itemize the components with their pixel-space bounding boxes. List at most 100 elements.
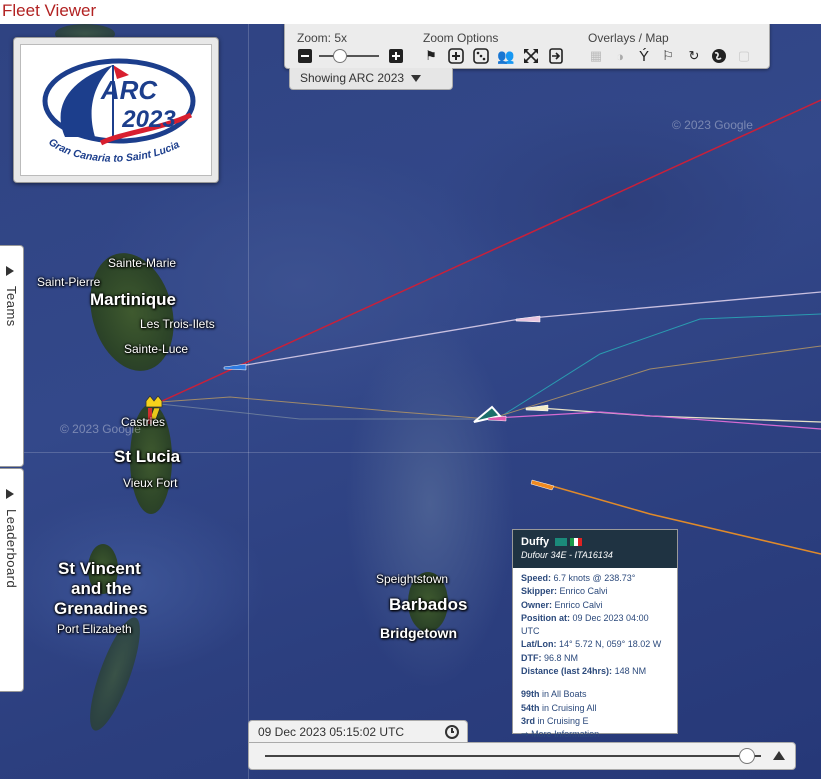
group-icon: 👥 <box>497 47 515 64</box>
zoom-out-button[interactable] <box>297 48 313 64</box>
globe-button[interactable] <box>711 48 727 64</box>
boat-name: Duffy <box>521 536 550 548</box>
track-cream <box>539 407 821 423</box>
distance-label: Distance (last 24hrs): <box>521 666 613 677</box>
arc-logo-graphic: ARC 2023 Gran Canaria to Saint Lucia <box>42 58 196 165</box>
enter-button[interactable] <box>548 48 564 64</box>
place-port-elizabeth: Port Elizabeth <box>57 622 132 636</box>
position-label: Position at: <box>521 612 570 623</box>
random-button[interactable] <box>473 48 489 64</box>
showing-label: Showing ARC 2023 <box>300 71 405 85</box>
track-teal <box>499 313 821 418</box>
tab-teams[interactable]: Teams <box>0 245 24 467</box>
zoom-slider[interactable] <box>319 49 379 63</box>
place-st-vincent-1: St Vincent <box>58 559 141 578</box>
rank-all-value: 99th <box>521 689 540 700</box>
flags-icon: ⚐ <box>662 48 674 63</box>
page-title: Fleet Viewer <box>2 1 97 20</box>
refresh-icon: ↻ <box>688 48 700 63</box>
group-button[interactable]: 👥 <box>497 47 515 64</box>
grid-icon: ▦ <box>589 48 603 63</box>
flag-button[interactable]: ⚑ <box>423 48 439 64</box>
grid-overlay-button[interactable]: ▦ <box>588 48 604 64</box>
place-bridgetown: Bridgetown <box>380 625 457 641</box>
dtf-label: DTF: <box>521 652 542 663</box>
map-toolbar: Zoom: 5x Zoom Options Overlays / Map ⚑ 👥… <box>284 24 770 69</box>
place-saint-pierre: Saint-Pierre <box>37 275 101 289</box>
expand-button[interactable] <box>523 48 539 64</box>
time-slider-track[interactable] <box>265 748 761 764</box>
logo-year-text: 2023 <box>121 106 176 133</box>
place-sainte-marie: Sainte-Marie <box>108 256 177 270</box>
layers-button[interactable]: ▢ <box>736 48 752 64</box>
clock-icon[interactable] <box>445 725 459 739</box>
tab-leaderboard-label: Leaderboard <box>4 509 19 589</box>
boat-info-header: Duffy Dufour 34E - ITA16134 <box>513 530 677 568</box>
expand-icon <box>524 49 538 63</box>
arc-logo: ARC 2023 Gran Canaria to Saint Lucia <box>20 44 212 176</box>
boat-type: Dufour 34E - ITA16134 <box>521 550 613 560</box>
flag-icon: ⚑ <box>425 48 437 63</box>
day-night-button[interactable]: ◑ <box>612 48 628 64</box>
play-toggle-button[interactable] <box>773 751 785 760</box>
chevron-right-icon <box>6 489 14 499</box>
showing-dropdown[interactable]: Showing ARC 2023 <box>289 68 453 90</box>
wind-icon: Ý <box>638 47 649 65</box>
chevron-right-icon <box>6 266 14 276</box>
track-red <box>159 99 821 403</box>
owner-label: Owner: <box>521 599 553 610</box>
time-slider-handle[interactable] <box>739 748 756 764</box>
place-st-vincent-3: Grenadines <box>54 599 148 618</box>
globe-icon <box>712 49 726 63</box>
owner-value: Enrico Calvi <box>554 599 603 610</box>
overlays-label: Overlays / Map <box>588 31 669 45</box>
speed-label: Speed: <box>521 573 552 583</box>
italy-flag-icon <box>570 538 583 547</box>
place-les-trois-ilets: Les Trois-Ilets <box>140 317 215 331</box>
timestamp-display: 09 Dec 2023 05:15:02 UTC <box>248 720 468 742</box>
zoom-slider-handle[interactable] <box>333 49 347 63</box>
boat-marker-lavender[interactable] <box>515 315 541 323</box>
zoom-fit-button[interactable] <box>448 48 464 64</box>
zoom-label: Zoom: 5x <box>297 31 348 45</box>
team-color-swatch <box>555 538 568 547</box>
boat-marker-orange[interactable] <box>530 479 555 491</box>
skipper-label: Skipper: <box>521 586 558 597</box>
latlon-label: Lat/Lon: <box>521 639 557 650</box>
minus-icon <box>298 49 312 63</box>
place-castries: Castries <box>121 415 166 429</box>
place-martinique: Martinique <box>90 290 176 309</box>
boat-marker-cream[interactable] <box>525 404 549 412</box>
zoom-in-button[interactable] <box>388 48 404 64</box>
zoom-options-label: Zoom Options <box>423 31 499 45</box>
latlon-value: 14° 5.72 N, 059° 18.02 W <box>559 639 662 650</box>
speed-value: 6.7 knots @ 238.73° <box>553 573 636 583</box>
place-sainte-luce: Sainte-Luce <box>124 342 189 356</box>
dtf-value: 96.8 NM <box>544 652 579 663</box>
logo-event-text: ARC <box>100 75 159 105</box>
crown-icon <box>145 395 163 408</box>
dice-icon <box>473 48 489 64</box>
place-st-vincent-2: and the <box>71 579 132 598</box>
rank-class-label: in Cruising All <box>542 702 597 713</box>
day-night-icon: ◑ <box>616 48 624 64</box>
boat-info-body: Speed: 6.7 knots @ 238.73° Skipper: Enri… <box>513 568 677 746</box>
tab-teams-label: Teams <box>4 286 19 327</box>
place-vieux-fort: Vieux Fort <box>123 476 178 490</box>
place-barbados: Barbados <box>389 595 468 614</box>
map-canvas[interactable]: © 2023 Google © 2023 Google Sainte-Marie… <box>0 24 821 779</box>
boat-info-popup: Duffy Dufour 34E - ITA16134 Speed: 6.7 k… <box>512 529 678 739</box>
place-speightstown: Speightstown <box>376 572 449 586</box>
zoom-fit-icon <box>448 48 464 64</box>
flags-button[interactable]: ⚐ <box>660 48 676 64</box>
distance-value: 148 NM <box>614 666 647 677</box>
wind-button[interactable]: Ý <box>636 47 652 65</box>
rank-class-value: 54th <box>521 702 540 713</box>
tab-leaderboard[interactable]: Leaderboard <box>0 468 24 692</box>
skipper-value: Enrico Calvi <box>559 586 608 597</box>
place-st-lucia: St Lucia <box>114 447 181 466</box>
boat-marker-blue[interactable] <box>223 363 247 371</box>
timestamp-text: 09 Dec 2023 05:15:02 UTC <box>258 725 405 739</box>
time-slider-box <box>248 742 796 770</box>
refresh-button[interactable]: ↻ <box>686 48 702 64</box>
